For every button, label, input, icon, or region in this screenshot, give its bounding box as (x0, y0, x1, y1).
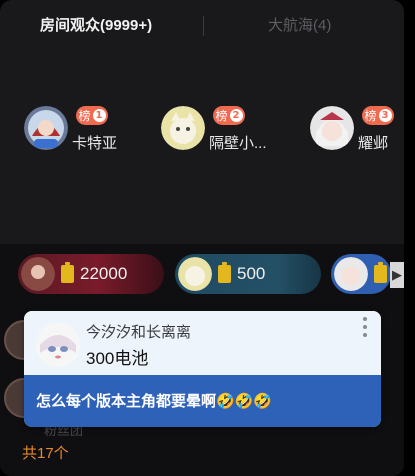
avatar (21, 257, 55, 291)
avatar (178, 257, 212, 291)
tab-divider (203, 16, 204, 36)
chevron-right-icon[interactable]: ▶ (390, 262, 404, 288)
battery-icon (218, 262, 231, 283)
gift-value: 500 (237, 264, 266, 283)
rank-badge: 榜2 (213, 106, 245, 125)
avatar (334, 257, 368, 291)
gift-chip[interactable]: 22000 (18, 254, 164, 294)
tab-fleet[interactable]: 大航海(4) (268, 14, 331, 35)
avatar[interactable] (310, 106, 354, 150)
top-rank-item-3[interactable]: 榜3 耀邺 (310, 104, 404, 152)
message-text: 怎么每个版本主角都要晕啊🤣🤣🤣 (24, 375, 381, 427)
audience-panel: 房间观众(9999+) 大航海(4) 榜1 卡特亚 榜 2 隔壁小... 榜 3… (0, 0, 404, 476)
tab-bar: 房间观众(9999+) 大航海(4) (0, 0, 404, 52)
more-options-icon[interactable] (362, 317, 368, 337)
gift-notification-card[interactable]: 今汐汐和长离离 300电池 怎么每个版本主角都要晕啊🤣🤣🤣 (24, 311, 381, 427)
tab-room-audience[interactable]: 房间观众(9999+) (40, 14, 152, 35)
top-rank-item-2[interactable]: 榜2 隔壁小... (161, 104, 291, 152)
nickname[interactable]: 耀邺 (358, 132, 388, 153)
gift-label: 300电池 (86, 349, 149, 368)
sender-name[interactable]: 今汐汐和长离离 (86, 321, 191, 342)
avatar[interactable] (161, 106, 205, 150)
battery-icon (61, 262, 74, 283)
gift-value: 22000 (80, 264, 128, 283)
nickname[interactable]: 隔壁小... (209, 132, 267, 153)
rank-badge: 榜1 (76, 106, 108, 125)
rank-badge: 榜3 (362, 106, 394, 125)
total-count: 共17个 (22, 445, 69, 462)
nickname[interactable]: 卡特亚 (72, 132, 117, 153)
avatar[interactable] (36, 323, 80, 367)
top-rank-item-1[interactable]: 榜1 卡特亚 (24, 104, 134, 152)
avatar[interactable] (24, 106, 68, 150)
gift-chip[interactable] (331, 254, 391, 294)
gift-chip[interactable]: 500 (175, 254, 321, 294)
battery-icon (374, 262, 387, 283)
